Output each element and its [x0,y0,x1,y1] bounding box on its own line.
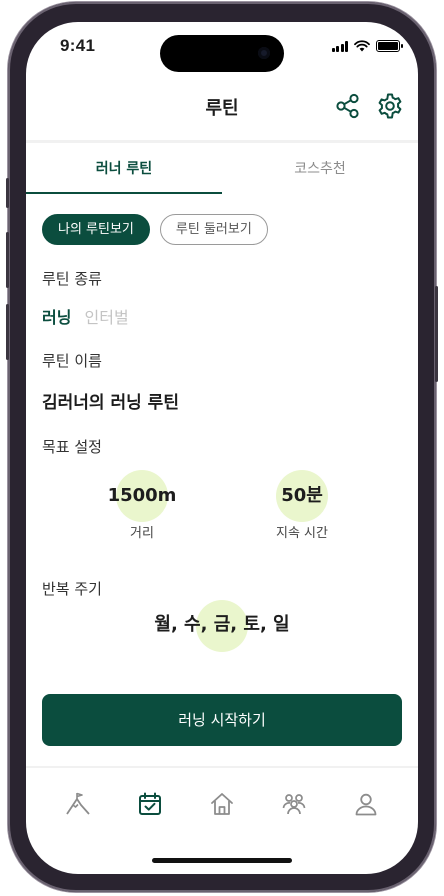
start-running-button[interactable]: 러닝 시작하기 [42,694,402,746]
volume-down-button [6,304,9,360]
nav-item-home[interactable] [202,784,242,824]
type-interval-option[interactable]: 인터벌 [85,308,129,327]
routine-filter: 나의 루틴보기 루틴 둘러보기 [42,214,268,245]
nav-item-routine[interactable] [130,784,170,824]
routine-type-options: 러닝 인터벌 [42,304,129,328]
tab-runner-routine[interactable]: 러너 루틴 [26,152,222,194]
header-divider [26,140,418,143]
mute-switch [6,178,9,208]
repeat-days[interactable]: 월, 수, 금, 토, 일 [26,600,418,652]
nav-divider [26,766,418,768]
repeat-days-value: 월, 수, 금, 토, 일 [154,614,290,635]
home-indicator[interactable] [152,858,292,863]
home-icon [211,793,233,815]
battery-icon [376,40,403,52]
status-icons [331,40,403,52]
routine-type-label: 루틴 종류 [42,270,102,288]
nav-item-profile[interactable] [346,784,386,824]
screen: 9:41 루틴 러너 루틴 코스추천 나의 루틴보기 루틴 둘러보기 루틴 종류… [26,22,418,874]
profile-icon [355,793,377,816]
tab-course-recommend[interactable]: 코스추천 [222,152,418,194]
browse-routine-button[interactable]: 루틴 둘러보기 [159,214,268,245]
bottom-nav [26,784,418,824]
goal-distance[interactable]: 1500m 거리 [82,470,202,541]
power-button [435,286,438,382]
nav-item-community[interactable] [274,784,314,824]
tab-bar: 러너 루틴 코스추천 [26,152,418,194]
wifi-icon [354,40,370,52]
my-routine-button[interactable]: 나의 루틴보기 [42,214,150,245]
distance-label: 거리 [130,526,154,541]
dynamic-island [160,35,284,72]
routine-name-value: 김러너의 러닝 루틴 [42,393,179,413]
app-header: 루틴 [26,86,418,140]
share-icon[interactable] [334,92,362,120]
routine-name-label: 루틴 이름 [42,352,102,370]
signal-icon [331,40,348,52]
camera-icon [258,47,270,59]
repeat-label: 반복 주기 [42,580,102,598]
nav-item-mountain[interactable] [58,784,98,824]
type-running-option[interactable]: 러닝 [42,308,71,327]
distance-value: 1500m [107,485,177,506]
volume-up-button [6,232,9,288]
duration-value: 50분 [281,485,323,506]
community-icon [282,794,306,815]
calendar-check-icon [139,792,161,815]
goal-label: 목표 설정 [42,438,102,456]
mountain-icon [66,792,90,815]
duration-label: 지속 시간 [276,526,328,541]
goal-duration[interactable]: 50분 지속 시간 [242,470,362,541]
status-time: 9:41 [60,36,96,55]
gear-icon[interactable] [376,92,404,120]
